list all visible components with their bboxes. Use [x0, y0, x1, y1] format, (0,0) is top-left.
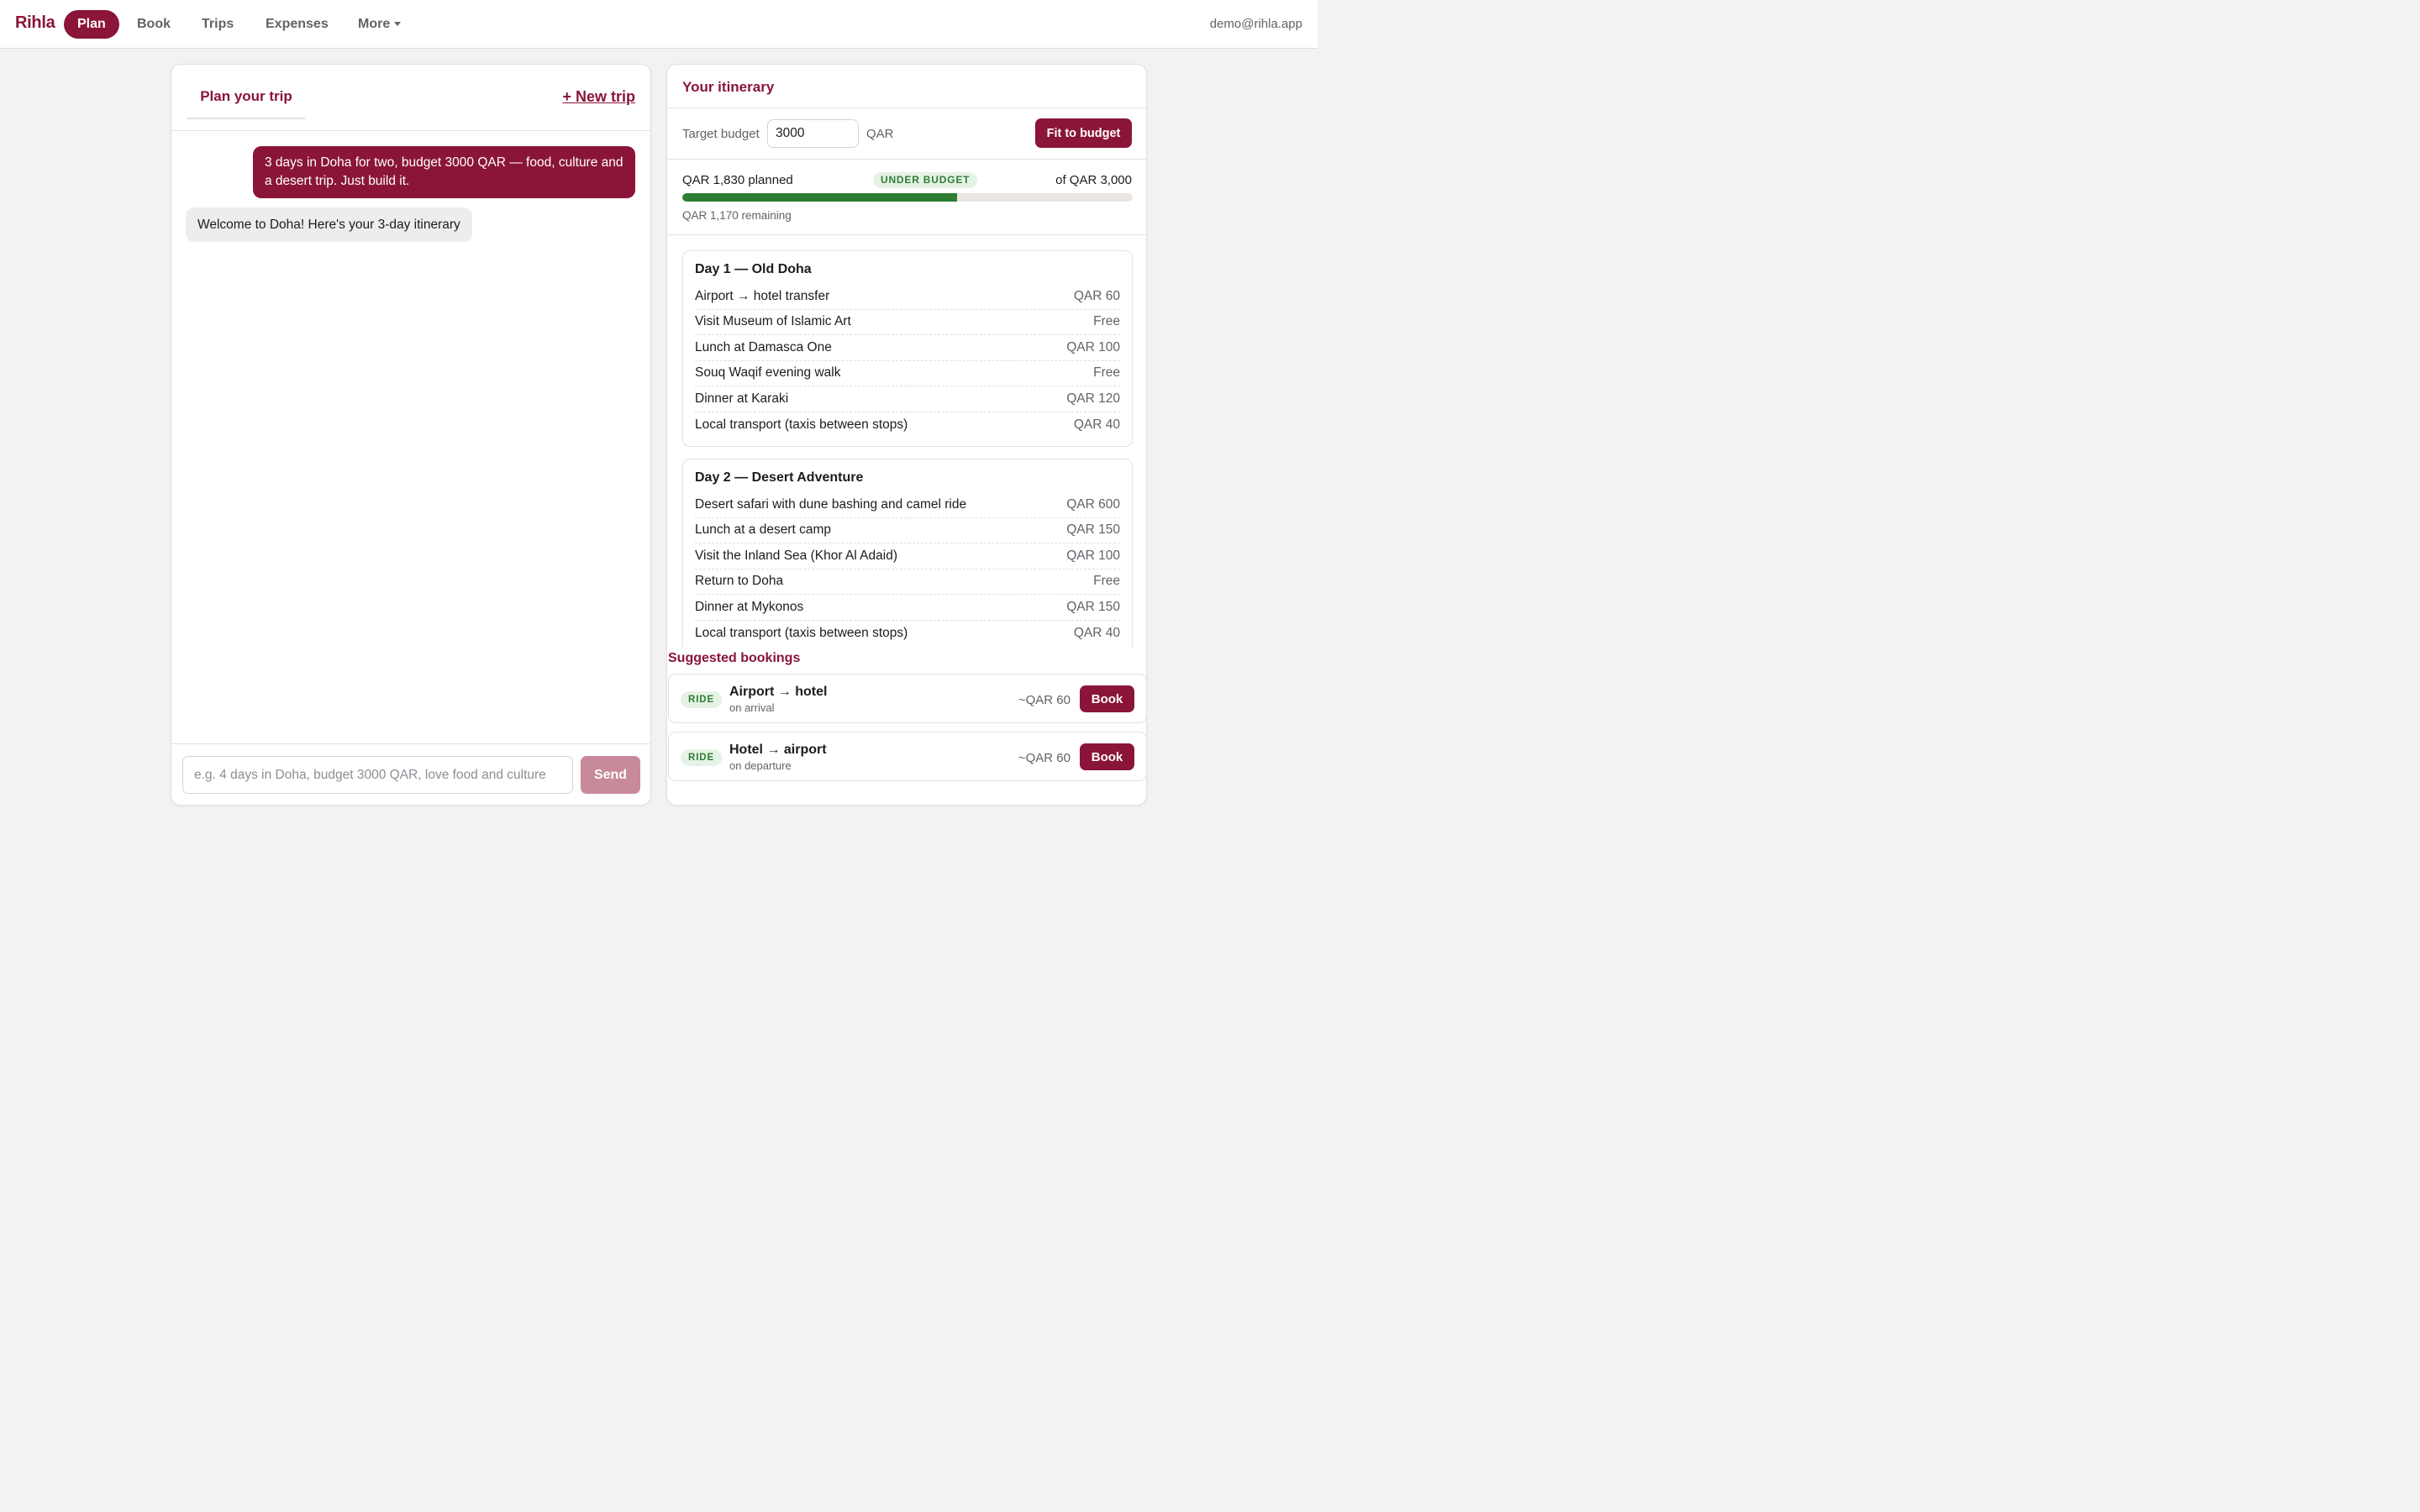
- item-cost: QAR 40: [1073, 625, 1120, 640]
- nav-more[interactable]: More: [345, 10, 414, 39]
- item-name: Return to Doha: [695, 574, 784, 589]
- ride-badge: RIDE: [681, 691, 723, 708]
- item-cost: QAR 40: [1073, 417, 1120, 432]
- budget-total: of QAR 3,000: [1055, 173, 1132, 187]
- itinerary-days-list[interactable]: Day 1 — Old Doha Airport → hotel transfe…: [682, 250, 1133, 647]
- top-navbar: Rihla Plan Book Trips Expenses More demo…: [0, 0, 1318, 49]
- itinerary-item: Visit the Inland Sea (Khor Al Adaid) QAR …: [695, 543, 1120, 570]
- chat-input[interactable]: [182, 756, 573, 794]
- itinerary-item: Local transport (taxis between stops) QAR…: [695, 412, 1120, 438]
- booking-price: ~QAR 60: [1018, 693, 1071, 707]
- itinerary-item: Return to Doha Free: [695, 570, 1120, 595]
- itinerary-item: Airport → hotel transfer QAR 60: [695, 284, 1120, 310]
- chat-panel: Plan your trip + New trip 3 days in Doha…: [171, 64, 651, 806]
- booking-name: Airport → hotel: [729, 685, 828, 699]
- chat-header-divider: [171, 130, 650, 131]
- budget-currency: QAR: [866, 127, 894, 141]
- status-badge: UNDER BUDGET: [873, 172, 978, 188]
- item-name: Lunch at a desert camp: [695, 522, 831, 538]
- item-cost: Free: [1093, 314, 1120, 329]
- brand-logo[interactable]: Rihla: [15, 13, 55, 33]
- item-cost: QAR 100: [1066, 339, 1120, 354]
- nav-expenses[interactable]: Expenses: [252, 10, 342, 39]
- book-button[interactable]: Book: [1080, 685, 1134, 712]
- nav-plan[interactable]: Plan: [64, 10, 119, 39]
- item-cost: QAR 150: [1066, 599, 1120, 614]
- item-cost: QAR 60: [1073, 288, 1120, 303]
- item-cost: QAR 150: [1066, 522, 1120, 538]
- item-name: Local transport (taxis between stops): [695, 625, 908, 640]
- itinerary-item: Dinner at Karaki QAR 120: [695, 386, 1120, 412]
- remaining-amount: QAR 1,170 remaining: [682, 209, 792, 222]
- chat-footer-divider: [171, 743, 650, 744]
- target-budget-label: Target budget: [682, 127, 760, 141]
- target-budget-input[interactable]: [767, 119, 859, 148]
- item-name: Visit the Inland Sea (Khor Al Adaid): [695, 548, 897, 563]
- booking-when: on departure: [729, 759, 792, 772]
- booking-card: RIDE Airport → hotel on arrival ~QAR 60 …: [668, 674, 1146, 723]
- booking-card: RIDE Hotel → airport on departure ~QAR 6…: [668, 732, 1146, 781]
- nav-trips[interactable]: Trips: [188, 10, 247, 39]
- itinerary-item: Desert safari with dune bashing and came…: [695, 492, 1120, 518]
- item-name: Souq Waqif evening walk: [695, 365, 841, 381]
- item-cost: Free: [1093, 365, 1120, 381]
- budget-progress-fill: [682, 193, 957, 202]
- new-trip-link[interactable]: + New trip: [562, 88, 635, 106]
- nav-more-label: More: [358, 17, 391, 31]
- item-name: Dinner at Karaki: [695, 391, 789, 406]
- itinerary-title: Your itinerary: [682, 79, 775, 95]
- item-name: Desert safari with dune bashing and came…: [695, 496, 967, 512]
- send-button[interactable]: Send: [581, 756, 640, 794]
- itinerary-item: Lunch at Damasca One QAR 100: [695, 335, 1120, 361]
- booking-price: ~QAR 60: [1018, 751, 1071, 765]
- budget-progress-bar: [682, 193, 1133, 202]
- item-cost: Free: [1093, 574, 1120, 589]
- itinerary-item: Visit Museum of Islamic Art Free: [695, 310, 1120, 335]
- budget-divider: [667, 159, 1146, 160]
- day-card: Day 2 — Desert Adventure Desert safari w…: [682, 459, 1133, 647]
- book-button[interactable]: Book: [1080, 743, 1134, 770]
- item-name: Visit Museum of Islamic Art: [695, 314, 851, 329]
- item-cost: QAR 100: [1066, 548, 1120, 563]
- booking-name: Hotel → airport: [729, 743, 827, 757]
- progress-divider: [667, 234, 1146, 235]
- tab-plan-your-trip[interactable]: Plan your trip: [187, 83, 306, 119]
- item-name: Airport → hotel transfer: [695, 288, 830, 303]
- planned-amount: QAR 1,830 planned: [682, 173, 793, 187]
- item-name: Local transport (taxis between stops): [695, 417, 908, 432]
- user-email[interactable]: demo@rihla.app: [1210, 17, 1302, 31]
- fit-to-budget-button[interactable]: Fit to budget: [1035, 118, 1132, 148]
- item-name: Dinner at Mykonos: [695, 599, 804, 614]
- day-card: Day 1 — Old Doha Airport → hotel transfe…: [682, 250, 1133, 447]
- itinerary-item: Lunch at a desert camp QAR 150: [695, 518, 1120, 543]
- assistant-message: Welcome to Doha! Here's your 3-day itine…: [186, 207, 472, 242]
- itinerary-panel: Your itinerary Target budget QAR Fit to …: [666, 64, 1147, 806]
- booking-when: on arrival: [729, 701, 775, 714]
- suggested-bookings-title: Suggested bookings: [668, 651, 801, 665]
- user-message: 3 days in Doha for two, budget 3000 QAR …: [253, 146, 635, 198]
- item-cost: QAR 600: [1066, 496, 1120, 512]
- itinerary-item: Souq Waqif evening walk Free: [695, 361, 1120, 386]
- item-name: Lunch at Damasca One: [695, 339, 832, 354]
- itinerary-item: Dinner at Mykonos QAR 150: [695, 595, 1120, 621]
- ride-badge: RIDE: [681, 749, 723, 766]
- nav-book[interactable]: Book: [124, 10, 184, 39]
- chevron-down-icon: [394, 22, 402, 27]
- item-cost: QAR 120: [1066, 391, 1120, 406]
- itinerary-item: Local transport (taxis between stops) QAR…: [695, 621, 1120, 647]
- day-title: Day 2 — Desert Adventure: [695, 470, 864, 485]
- day-title: Day 1 — Old Doha: [695, 262, 812, 276]
